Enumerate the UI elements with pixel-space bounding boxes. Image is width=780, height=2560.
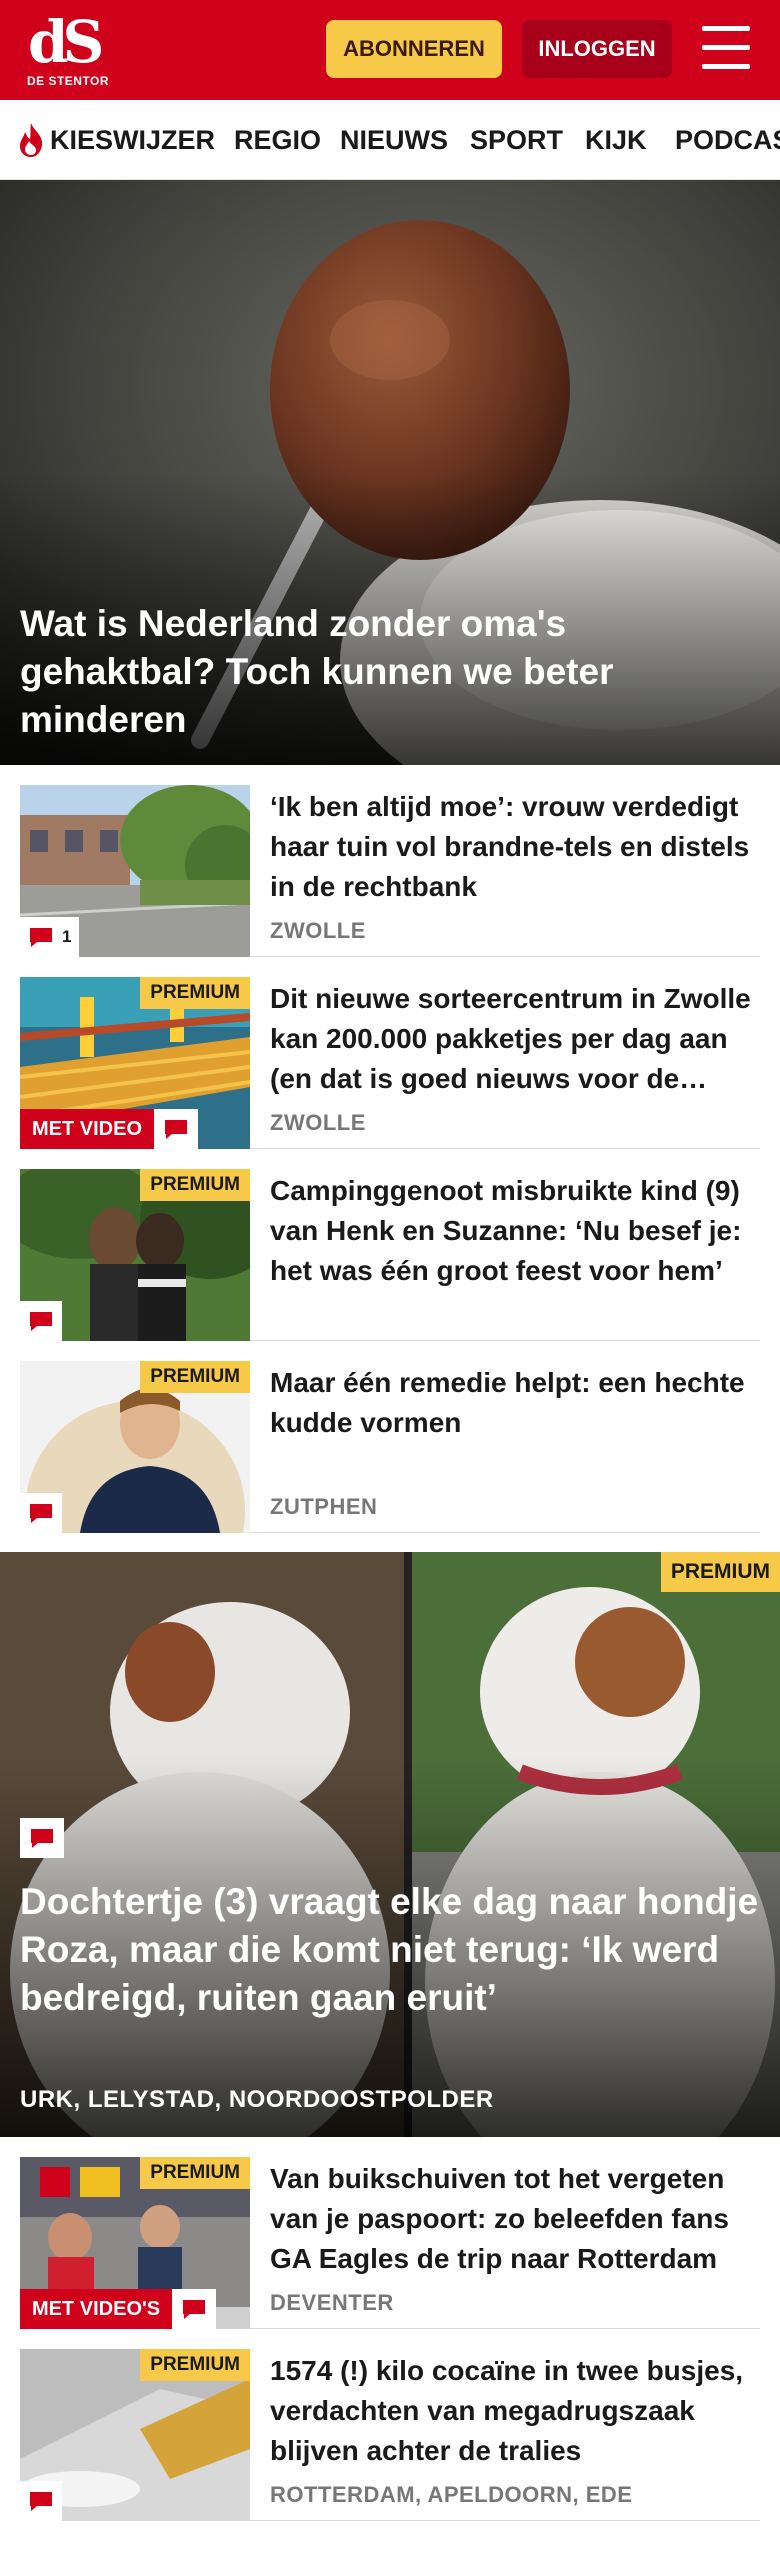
article-title[interactable]: Campinggenoot misbruikte kind (9) van He…: [270, 1171, 760, 1291]
list-item[interactable]: PREMIUM Maar één remedie helpt: een hech…: [20, 1361, 760, 1533]
flame-icon: [20, 123, 43, 157]
video-label: MET VIDEO: [20, 1109, 155, 1149]
article-location: ROTTERDAM, APELDOORN, EDE: [270, 2482, 633, 2507]
article-thumbnail[interactable]: PREMIUM: [20, 1361, 250, 1533]
comment-badge[interactable]: [154, 1109, 199, 1149]
list-item[interactable]: PREMIUM MET VIDEO Dit nieuwe sorteercent…: [20, 977, 760, 1149]
logo-mark: dS: [28, 8, 104, 76]
article-thumbnail[interactable]: PREMIUM MET VIDEO'S: [20, 2157, 250, 2329]
article-title[interactable]: Maar één remedie helpt: een hechte kudde…: [270, 1363, 760, 1443]
article-thumbnail[interactable]: PREMIUM MET VIDEO: [20, 977, 250, 1149]
login-button[interactable]: INLOGGEN: [522, 20, 672, 78]
subscribe-button[interactable]: ABONNEREN: [326, 20, 502, 78]
comment-badge[interactable]: [20, 2481, 62, 2521]
comment-count: 1: [62, 927, 72, 946]
nav-item-regio[interactable]: REGIO: [234, 100, 321, 179]
comment-badge[interactable]: 1: [20, 917, 80, 957]
nav-item-podcast[interactable]: PODCAST: [675, 100, 780, 179]
comment-icon: [183, 2300, 206, 2319]
comment-badge[interactable]: [20, 1818, 64, 1858]
comment-icon: [30, 1312, 52, 1331]
comment-icon: [30, 1504, 52, 1523]
article-title[interactable]: Van buikschuiven tot het vergeten van je…: [270, 2159, 760, 2279]
article-thumbnail[interactable]: 1: [20, 785, 250, 957]
premium-badge: PREMIUM: [140, 2157, 250, 2189]
premium-badge: PREMIUM: [140, 1169, 250, 1201]
nav-item-kijk[interactable]: KIJK: [585, 100, 647, 179]
hamburger-icon[interactable]: [702, 26, 750, 70]
comment-icon: [165, 1120, 188, 1139]
list-item[interactable]: PREMIUM 1574 (!) kilo cocaïne in twee bu…: [20, 2349, 760, 2521]
feature-location: URK, LELYSTAD, NOORDOOSTPOLDER: [20, 2086, 494, 2113]
feature-title[interactable]: Dochtertje (3) vraagt elke dag naar hond…: [20, 1878, 760, 2022]
hero-article[interactable]: Wat is Nederland zonder oma's gehaktbal?…: [0, 180, 780, 765]
nav-item-nieuws[interactable]: NIEUWS: [340, 100, 448, 179]
list-item[interactable]: 1 ‘Ik ben altijd moe’: vrouw verdedigt h…: [20, 785, 760, 957]
article-title[interactable]: Dit nieuwe sorteercentrum in Zwolle kan …: [270, 979, 760, 1099]
premium-badge: PREMIUM: [140, 2349, 250, 2381]
section-nav: KIESWIJZER REGIO NIEUWS SPORT KIJK PODCA…: [0, 100, 780, 180]
nav-item-kieswijzer[interactable]: KIESWIJZER: [50, 100, 215, 179]
video-badge[interactable]: MET VIDEO: [20, 1109, 199, 1149]
comment-badge[interactable]: [20, 1301, 62, 1341]
article-location: ZUTPHEN: [270, 1494, 378, 1519]
premium-badge: PREMIUM: [140, 977, 250, 1009]
premium-badge: PREMIUM: [140, 1361, 250, 1393]
list-item[interactable]: PREMIUM MET VIDEO'S Van buikschuiven tot…: [20, 2157, 760, 2329]
comment-icon: [31, 1829, 53, 1848]
comment-badge[interactable]: [172, 2289, 217, 2329]
video-badge[interactable]: MET VIDEO'S: [20, 2289, 217, 2329]
logo-subtitle: DE STENTOR: [26, 74, 110, 88]
article-thumbnail[interactable]: PREMIUM: [20, 1169, 250, 1341]
article-location: ZWOLLE: [270, 1110, 366, 1135]
feature-image: [0, 1552, 780, 2137]
article-thumbnail[interactable]: PREMIUM: [20, 2349, 250, 2521]
hero-title[interactable]: Wat is Nederland zonder oma's gehaktbal?…: [20, 600, 720, 744]
video-label: MET VIDEO'S: [20, 2289, 173, 2329]
comment-icon: [30, 928, 52, 947]
article-title[interactable]: 1574 (!) kilo cocaïne in twee busjes, ve…: [270, 2351, 760, 2471]
premium-badge: PREMIUM: [660, 1552, 780, 1592]
comment-icon: [30, 2492, 52, 2511]
list-item[interactable]: PREMIUM Campinggenoot misbruikte kind (9…: [20, 1169, 760, 1341]
nav-item-sport[interactable]: SPORT: [470, 100, 563, 179]
comment-badge[interactable]: [20, 1493, 62, 1533]
article-title[interactable]: ‘Ik ben altijd moe’: vrouw verdedigt haa…: [270, 787, 760, 907]
feature-article[interactable]: PREMIUM Dochtertje (3) vraagt elke dag n…: [0, 1552, 780, 2137]
article-location: ZWOLLE: [270, 918, 366, 943]
site-header: dS DE STENTOR ABONNEREN INLOGGEN: [0, 0, 780, 100]
article-location: DEVENTER: [270, 2290, 394, 2315]
site-logo[interactable]: dS DE STENTOR: [20, 12, 116, 92]
